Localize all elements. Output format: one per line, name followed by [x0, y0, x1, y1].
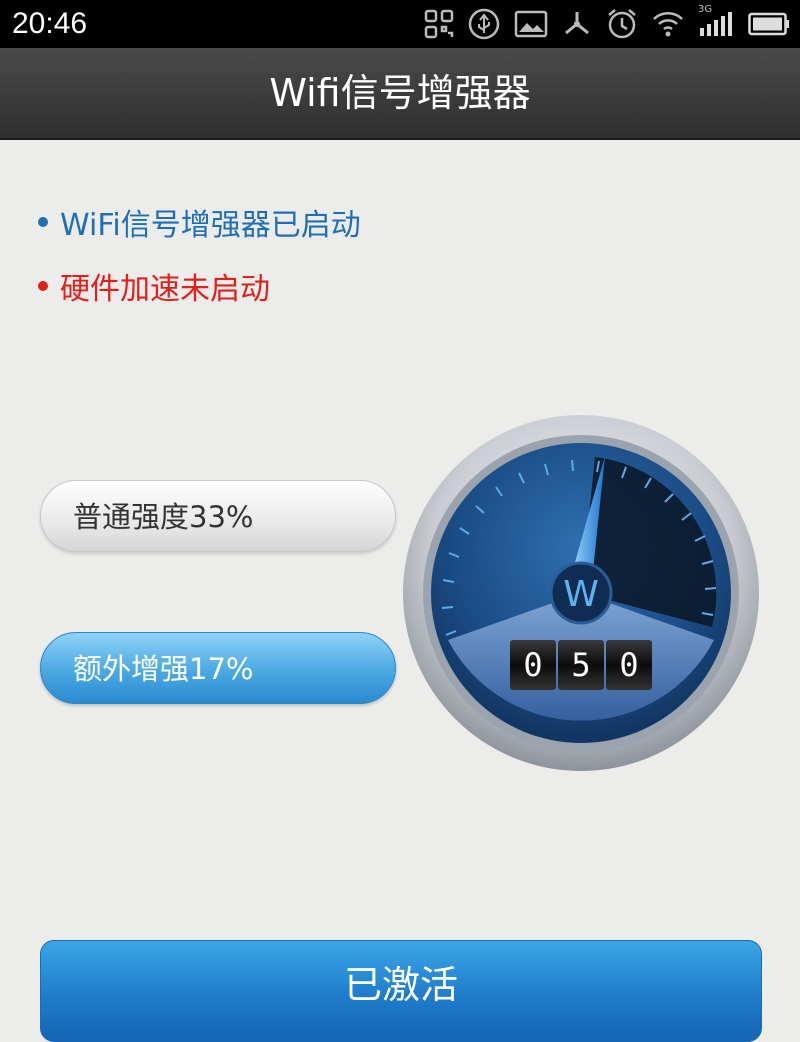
normal-strength-label: 普通强度33% [73, 500, 254, 534]
network-type: 3G [698, 4, 713, 15]
share-icon [562, 9, 592, 39]
booster-status-text: WiFi信号增强器已启动 [60, 208, 361, 243]
title-bar: Wifi信号增强器 [0, 48, 800, 140]
signal-icon: 3G [698, 4, 734, 38]
signal-counter: 0 5 0 [510, 640, 652, 690]
bullet-icon [38, 281, 48, 291]
usb-icon [468, 8, 500, 40]
image-icon [514, 10, 548, 38]
status-bar: 20:46 3G [0, 0, 800, 48]
hardware-status: 硬件加速未启动 [38, 264, 270, 308]
qr-icon [424, 9, 454, 39]
extra-boost-label: 额外增强17% [73, 652, 254, 686]
activate-button-label: 已激活 [343, 963, 458, 1007]
booster-status: WiFi信号增强器已启动 [38, 200, 361, 244]
wifi-icon [652, 10, 684, 38]
battery-icon [748, 11, 790, 37]
counter-digit: 0 [606, 640, 652, 690]
counter-digit: 5 [558, 640, 604, 690]
gauge-logo: W [563, 574, 599, 615]
extra-boost-button[interactable]: 额外增强17% [40, 632, 396, 704]
signal-gauge: W [403, 415, 759, 771]
alarm-icon [606, 8, 638, 40]
activate-button[interactable]: 已激活 [40, 940, 762, 1042]
counter-digit: 0 [510, 640, 556, 690]
status-icons: 3G [424, 0, 790, 48]
hardware-status-text: 硬件加速未启动 [60, 272, 270, 307]
normal-strength-button[interactable]: 普通强度33% [40, 480, 396, 552]
page-title: Wifi信号增强器 [269, 71, 531, 115]
bullet-icon [38, 217, 48, 227]
status-time: 20:46 [12, 7, 88, 40]
